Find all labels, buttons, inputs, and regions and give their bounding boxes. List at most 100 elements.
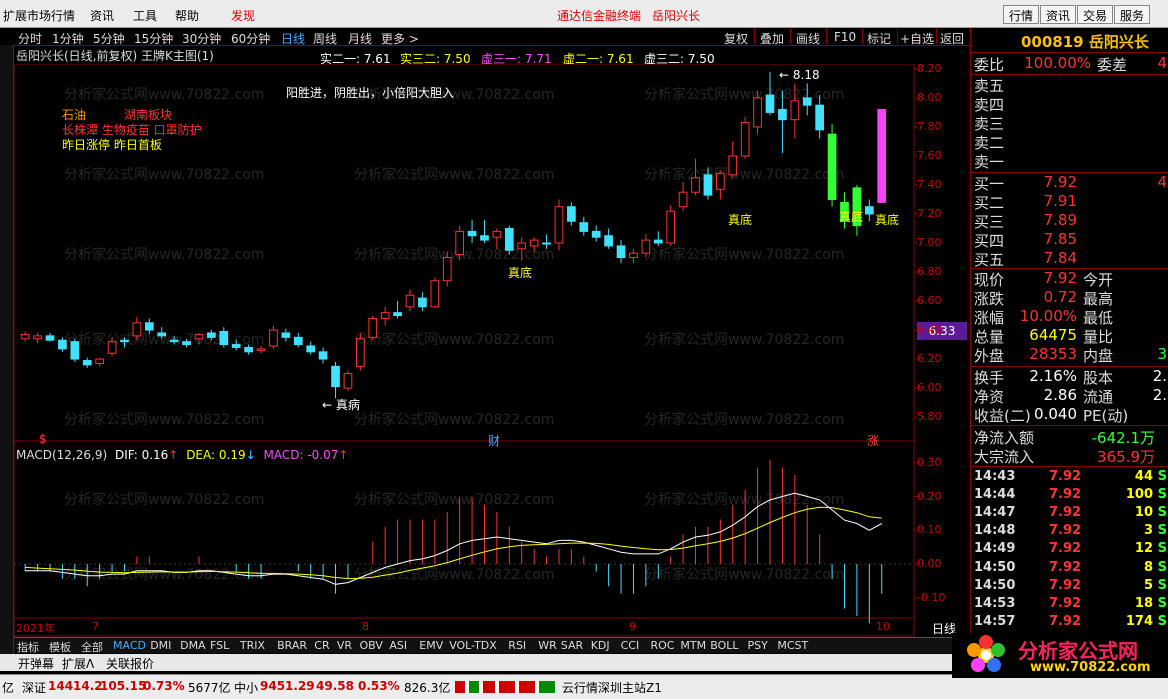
candle-body (107, 341, 117, 354)
weicha-value: 4 (1157, 54, 1167, 72)
smb-index-value: 9451.29 (260, 679, 315, 693)
indicator-tab[interactable]: CR (314, 639, 329, 652)
news-button[interactable]: 资讯 (1040, 5, 1077, 24)
buy-level-row[interactable]: 买一 7.92 4 (971, 173, 1168, 193)
indicator-tab[interactable]: ROC (651, 639, 675, 652)
indicator-tab[interactable]: DMA (180, 639, 206, 652)
tick-row: 14:47 7.92 10 S (971, 505, 1168, 523)
tick-time: 14:49 (974, 541, 1016, 557)
tf-60min[interactable]: 60分钟 (231, 30, 270, 47)
candle-body (45, 335, 55, 341)
tf-15min[interactable]: 15分钟 (134, 30, 173, 47)
indicator-tab[interactable]: WR (538, 639, 557, 652)
indicator-tab[interactable]: 全部 (81, 639, 103, 655)
trade-button[interactable]: 交易 (1077, 5, 1114, 24)
tick-time: 14:44 (974, 487, 1016, 503)
weicha-label: 委差 (1097, 56, 1128, 74)
tf-30min[interactable]: 30分钟 (182, 30, 221, 47)
buy-level-label: 买五 (974, 251, 1005, 269)
candle-body (567, 206, 576, 222)
menu-help[interactable]: 帮助 (175, 7, 199, 24)
indicator-tab[interactable]: EMV (419, 639, 443, 652)
candle-body (343, 373, 353, 389)
restore-right-button[interactable]: 复权 (724, 30, 748, 47)
indicator-tab[interactable]: TRIX (240, 639, 265, 652)
indicator-tab[interactable]: MTM (680, 639, 706, 652)
macd-axis-label: -0.10 (917, 590, 946, 604)
sell-level-row[interactable]: 卖四 (971, 94, 1168, 114)
mark-button[interactable]: 标记 (867, 30, 891, 47)
indicator-tab[interactable]: BRAR (277, 639, 307, 652)
indicator-tab[interactable]: OBV (360, 639, 383, 652)
indicator-tab[interactable]: CCI (621, 639, 640, 652)
indicator-tab[interactable]: ASI (389, 639, 407, 652)
indicator-tab[interactable]: KDJ (591, 639, 610, 652)
danmu-button[interactable]: 开弹幕 (18, 655, 54, 672)
indicator-tab[interactable]: SAR (561, 639, 583, 652)
tick-flag: S (1157, 577, 1167, 593)
sell-level-row[interactable]: 卖五 (971, 75, 1168, 95)
tf-daily[interactable]: 日线 (281, 30, 305, 47)
menu-discover[interactable]: 发现 (231, 7, 255, 24)
candle-body (293, 336, 303, 346)
indicator-tab[interactable]: VR (337, 639, 352, 652)
tf-5min[interactable]: 5分钟 (93, 30, 125, 47)
f10-button[interactable]: F10 (834, 30, 856, 44)
indicator-tab[interactable]: 指标 (17, 639, 39, 655)
stat-row: 涨跌 0.72 最高 (971, 288, 1168, 308)
stat-row: 涨幅 10.00% 最低 (971, 307, 1168, 327)
candle-body (331, 365, 340, 388)
sell-level-row[interactable]: 卖三 (971, 113, 1168, 133)
buy-level-price: 7.92 (1043, 173, 1077, 191)
sz-index-label[interactable]: 深证 (22, 679, 46, 696)
buy-level-row[interactable]: 买二 7.91 (971, 192, 1168, 212)
server-label[interactable]: 云行情深圳主站Z1 (562, 679, 662, 696)
tf-more[interactable]: 更多 > (381, 30, 419, 47)
menu-news[interactable]: 资讯 (90, 7, 114, 24)
weibi-value: 100.00% (1024, 54, 1091, 72)
buy-level-row[interactable]: 买五 7.84 (971, 249, 1168, 269)
left-collapse-strip[interactable] (0, 45, 14, 655)
tick-price: 7.92 (1049, 559, 1082, 575)
candle-body (219, 331, 229, 346)
y-axis-label: 6.60 (917, 294, 942, 308)
tf-intraday[interactable]: 分时 (18, 30, 42, 47)
candle-body (120, 339, 129, 343)
tf-1min[interactable]: 1分钟 (52, 30, 84, 47)
indicator-tab[interactable]: VOL-TDX (449, 639, 497, 652)
menu-tools[interactable]: 工具 (133, 7, 157, 24)
app-title: 通达信金融终端 (557, 9, 642, 23)
quote-button[interactable]: 行情 (1003, 5, 1040, 24)
buy-level-row[interactable]: 买四 7.85 (971, 230, 1168, 250)
indicator-tab[interactable]: FSL (210, 639, 229, 652)
candle-body (629, 252, 638, 259)
macd-title: MACD(12,26,9) (16, 448, 108, 462)
draw-line-button[interactable]: 画线 (796, 30, 820, 47)
tf-weekly[interactable]: 周线 (313, 30, 337, 47)
candle-body (455, 230, 465, 256)
indicator-tab[interactable]: RSI (508, 639, 526, 652)
indicator-tab[interactable]: MACD (113, 639, 146, 652)
overlay-button[interactable]: 叠加 (760, 30, 784, 47)
tick-flag: S (1157, 541, 1167, 557)
indicator-tab[interactable]: BOLL (710, 639, 738, 652)
stat-label: 最高 (1083, 290, 1114, 308)
service-button[interactable]: 服务 (1114, 5, 1151, 24)
buy-level-row[interactable]: 买三 7.89 (971, 211, 1168, 231)
tf-monthly[interactable]: 月线 (348, 30, 372, 47)
sell-level-row[interactable]: 卖二 (971, 132, 1168, 152)
expand-button[interactable]: 扩展Λ (62, 655, 94, 672)
smb-index-label[interactable]: 中小 (234, 679, 258, 696)
indicator-tab[interactable]: 模板 (49, 639, 71, 655)
indicator-tab[interactable]: PSY (748, 639, 768, 652)
add-watchlist-button[interactable]: +自选 (900, 30, 934, 47)
related-quote-button[interactable]: 关联报价 (106, 655, 154, 672)
sell-level-row[interactable]: 卖一 (971, 151, 1168, 171)
indicator-tab[interactable]: DMI (150, 639, 171, 652)
kline-chart[interactable]: 分析家公式网www.70822.com 分析家公式网www.70822.com … (14, 62, 970, 644)
back-button[interactable]: 返回 (940, 30, 964, 47)
indicator-tab[interactable]: MCST (777, 639, 808, 652)
dea-line (25, 506, 882, 580)
menu-market[interactable]: 扩展市场行情 (3, 7, 75, 24)
chart-title: 岳阳兴长(日线,前复权) 王牌K主图(1) (16, 49, 214, 63)
